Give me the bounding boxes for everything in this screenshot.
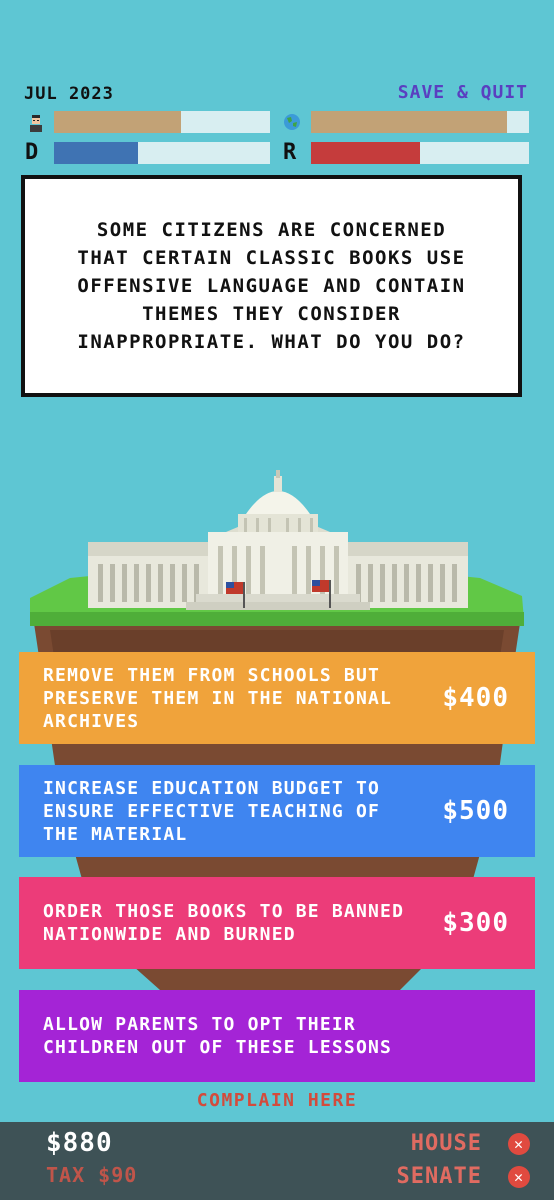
senate-status: SENATE ✕ <box>396 1164 530 1189</box>
republican-meter <box>311 142 529 164</box>
environment-meter-fill <box>311 111 508 133</box>
option-text: REMOVE THEM FROM SCHOOLS BUT PRESERVE TH… <box>43 664 393 732</box>
house-status: HOUSE ✕ <box>410 1131 530 1156</box>
option-button-2[interactable]: INCREASE EDUCATION BUDGET TO ENSURE EFFE… <box>19 765 535 857</box>
tax-value: TAX $90 <box>46 1163 138 1187</box>
house-close-icon: ✕ <box>508 1132 530 1155</box>
globe-icon <box>283 113 301 131</box>
option-text: ALLOW PARENTS TO OPT THEIR CHILDREN OUT … <box>43 1014 393 1058</box>
environment-meter <box>311 111 529 133</box>
democrat-meter-fill <box>54 142 139 164</box>
approval-meter-fill <box>54 111 182 133</box>
democrat-meter <box>54 142 270 164</box>
senate-close-icon: ✕ <box>508 1165 530 1188</box>
option-cost: $300 <box>442 908 509 938</box>
save-quit-button[interactable]: SAVE & QUIT <box>398 82 528 103</box>
complain-link[interactable]: COMPLAIN HERE <box>0 1090 554 1111</box>
republican-letter: R <box>283 140 297 165</box>
option-button-1[interactable]: REMOVE THEM FROM SCHOOLS BUT PRESERVE TH… <box>19 652 535 744</box>
house-label: HOUSE <box>410 1131 482 1156</box>
democrat-letter: D <box>25 140 39 165</box>
date-label: JUL 2023 <box>24 84 114 104</box>
republican-meter-fill <box>311 142 420 164</box>
option-button-4[interactable]: ALLOW PARENTS TO OPT THEIR CHILDREN OUT … <box>19 990 535 1082</box>
option-button-3[interactable]: ORDER THOSE BOOKS TO BE BANNED NATIONWID… <box>19 877 535 969</box>
question-card: SOME CITIZENS ARE CONCERNED THAT CERTAIN… <box>21 175 522 397</box>
option-text: INCREASE EDUCATION BUDGET TO ENSURE EFFE… <box>43 777 381 845</box>
money-value: $880 <box>46 1128 113 1158</box>
option-cost: $500 <box>442 796 509 826</box>
question-text: SOME CITIZENS ARE CONCERNED THAT CERTAIN… <box>77 219 466 353</box>
senate-label: SENATE <box>396 1164 482 1189</box>
option-text: ORDER THOSE BOOKS TO BE BANNED NATIONWID… <box>43 901 405 945</box>
person-icon <box>27 114 45 132</box>
approval-meter <box>54 111 270 133</box>
option-cost: $400 <box>442 683 509 713</box>
